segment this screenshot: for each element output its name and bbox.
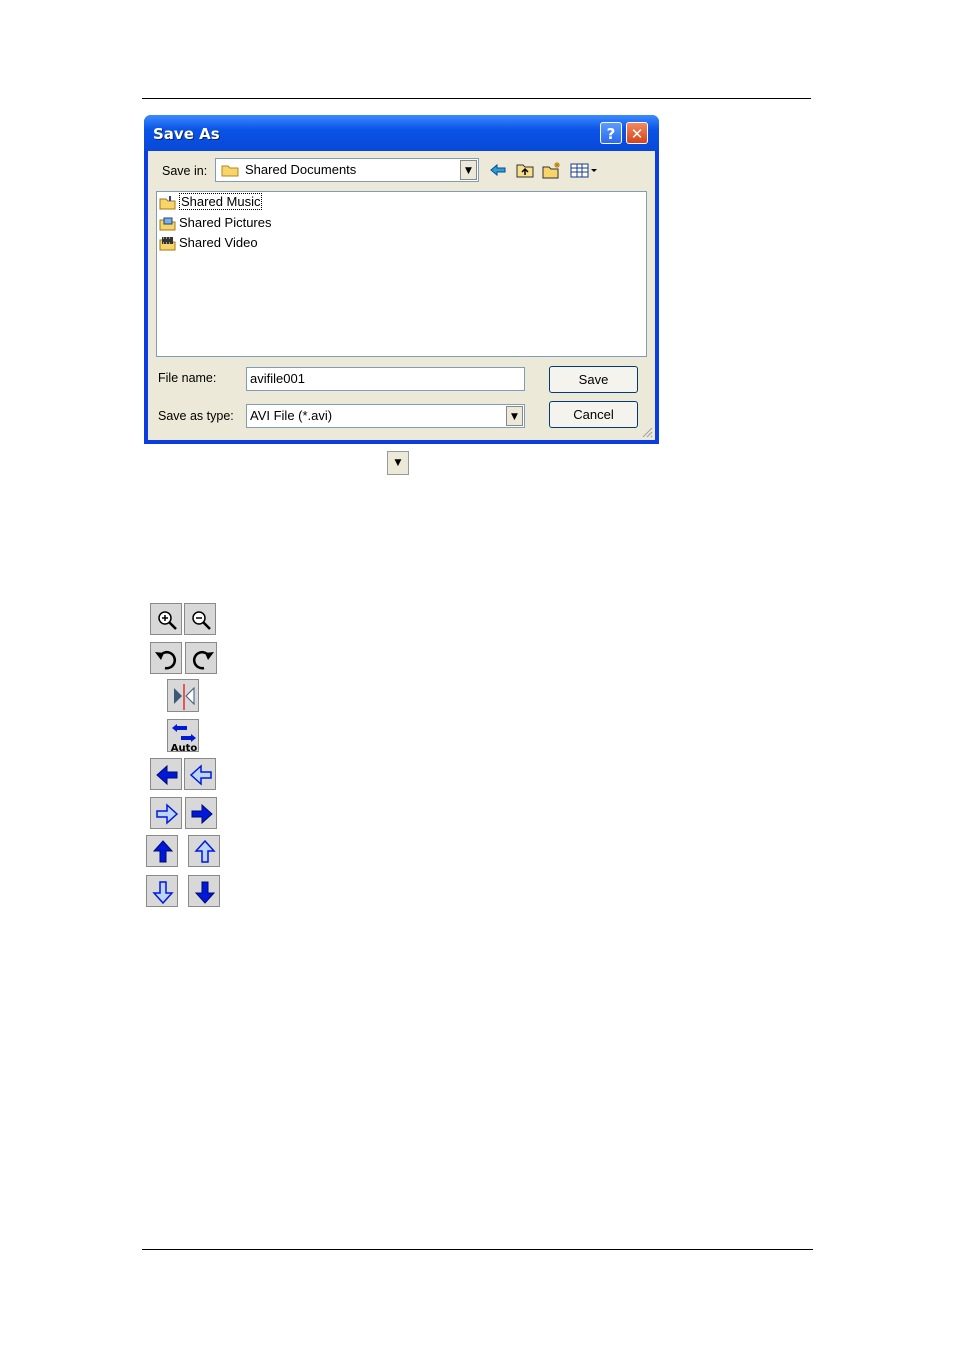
rotate-right-icon: [192, 651, 214, 670]
arrow-right-outline-button[interactable]: [150, 797, 182, 829]
mirror-button[interactable]: [167, 679, 199, 712]
zoom-in-button[interactable]: [150, 603, 182, 635]
dialog-client: Save in: Shared Documents ▼ Shared Music…: [148, 151, 655, 440]
up-folder-icon[interactable]: [515, 161, 535, 179]
video-folder-icon: [159, 237, 176, 251]
file-name-label: File name:: [158, 371, 217, 385]
chevron-down-icon: ▼: [394, 458, 402, 468]
arrow-down-solid-button[interactable]: [188, 875, 220, 907]
save-button[interactable]: Save: [549, 366, 638, 393]
arrow-down-outline-icon: [152, 881, 174, 905]
zoom-out-button[interactable]: [184, 603, 216, 635]
help-button[interactable]: ?: [600, 122, 622, 144]
save-in-label: Save in:: [162, 164, 208, 178]
file-list[interactable]: Shared Music Shared Pictures Shared Vide…: [156, 191, 647, 357]
save-as-type-combo[interactable]: AVI File (*.avi) ▼: [246, 404, 525, 428]
arrow-up-solid-icon: [152, 840, 174, 863]
zoom-out-icon: [192, 611, 211, 630]
arrow-left-solid-icon: [156, 764, 178, 786]
dialog-title: Save As: [153, 125, 220, 143]
zoom-in-icon: [158, 611, 177, 630]
arrow-up-outline-icon: [194, 839, 216, 863]
arrow-down-outline-button[interactable]: [146, 875, 178, 907]
file-name: Shared Video: [179, 235, 258, 250]
rotate-right-button[interactable]: [185, 642, 217, 674]
arrow-right-solid-icon: [191, 803, 213, 825]
arrow-left-solid-button[interactable]: [150, 758, 182, 790]
back-icon[interactable]: [488, 161, 508, 179]
list-item[interactable]: Shared Video: [159, 235, 258, 253]
list-item[interactable]: Shared Pictures: [159, 215, 272, 233]
dropdown-arrow-button[interactable]: ▼: [387, 451, 409, 475]
chevron-down-icon[interactable]: ▼: [460, 160, 477, 180]
mirror-icon: [174, 684, 195, 710]
arrow-down-solid-icon: [194, 881, 216, 904]
arrow-up-outline-button[interactable]: [188, 835, 220, 867]
title-bar[interactable]: Save As ? ✕: [144, 115, 659, 151]
chevron-down-icon[interactable]: ▼: [506, 406, 523, 426]
arrow-right-outline-icon: [156, 803, 179, 825]
bottom-rule: [142, 1249, 813, 1250]
music-folder-icon: [159, 196, 176, 210]
top-rule: [142, 98, 811, 99]
arrow-left-outline-icon: [189, 764, 212, 786]
auto-button[interactable]: Auto: [167, 719, 199, 753]
auto-label: Auto: [171, 743, 198, 753]
save-as-dialog: Save As ? ✕ Save in: Shared Documents ▼: [144, 115, 659, 444]
new-folder-icon[interactable]: [542, 161, 562, 179]
cancel-button[interactable]: Cancel: [549, 401, 638, 428]
resize-grip-icon[interactable]: [641, 426, 653, 438]
rotate-left-icon: [155, 651, 177, 670]
list-item[interactable]: Shared Music: [159, 193, 263, 212]
close-button[interactable]: ✕: [626, 122, 648, 144]
rotate-left-button[interactable]: [150, 642, 182, 674]
save-in-combo[interactable]: Shared Documents ▼: [215, 158, 479, 182]
file-name-value: avifile001: [250, 371, 305, 386]
arrow-left-outline-button[interactable]: [184, 758, 216, 790]
save-in-value: Shared Documents: [245, 162, 357, 177]
arrow-right-solid-button[interactable]: [185, 797, 217, 829]
file-name-input[interactable]: avifile001: [246, 367, 525, 391]
pictures-folder-icon: [159, 217, 176, 231]
file-name: Shared Pictures: [179, 215, 272, 230]
save-as-type-value: AVI File (*.avi): [250, 408, 333, 423]
auto-icon: Auto: [171, 724, 198, 753]
arrow-up-solid-button[interactable]: [146, 835, 178, 867]
views-menu-icon[interactable]: [569, 161, 599, 179]
save-as-type-label: Save as type:: [158, 409, 234, 423]
folder-icon: [221, 165, 239, 177]
file-name: Shared Music: [179, 193, 263, 210]
